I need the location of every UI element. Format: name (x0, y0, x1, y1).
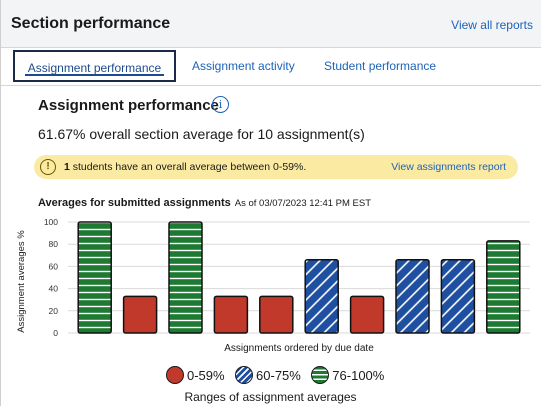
chart-bar[interactable] (304, 258, 339, 334)
chart-bar[interactable] (122, 295, 158, 334)
overall-average-text: 61.67% overall section average for 10 as… (38, 126, 365, 142)
tab-student-performance[interactable]: Student performance (324, 50, 436, 82)
legend-label: 76-100% (332, 367, 385, 383)
chart-bar[interactable] (77, 221, 112, 334)
tab-assignment-performance[interactable]: Assignment performance (13, 50, 176, 82)
blue-striped-circle-icon (235, 366, 254, 384)
view-assignments-report-link[interactable]: View assignments report (391, 161, 506, 173)
legend-item-blue: 60-75% (235, 366, 301, 384)
y-tick-label: 40 (49, 284, 59, 294)
warning-alert: ! 1 students have an overall average bet… (34, 155, 518, 179)
y-tick-label: 100 (44, 217, 58, 227)
legend-item-green: 76-100% (311, 366, 384, 384)
chart-bar[interactable] (395, 258, 430, 334)
chart-bar[interactable] (486, 240, 521, 334)
tab-assignment-activity[interactable]: Assignment activity (192, 50, 295, 82)
alert-message: 1 students have an overall average betwe… (64, 161, 306, 173)
info-icon[interactable]: i (212, 96, 229, 113)
legend-item-red: 0-59% (166, 366, 225, 384)
section-performance-panel: Section performance View all reports Ass… (0, 0, 541, 406)
bar-chart: 0 20 40 60 80 100 Assignment averages % Assig… (16, 217, 530, 354)
chart-legend: 0-59% 60-75% 76-100% (166, 366, 390, 386)
panel-header: Section performance View all reports (1, 0, 541, 48)
y-tick-label: 20 (49, 306, 59, 316)
panel-title: Section performance (11, 15, 171, 32)
chart-bar[interactable] (213, 295, 249, 334)
y-tick-label: 60 (49, 261, 59, 271)
chart-bar[interactable] (168, 221, 203, 334)
alert-text: students have an overall average between… (69, 161, 307, 173)
y-tick-label: 0 (53, 328, 58, 338)
y-axis-label: Assignment averages % (16, 230, 27, 333)
chart-bar[interactable] (259, 295, 294, 334)
chart-bar[interactable] (440, 258, 476, 334)
legend-label: 0-59% (187, 367, 225, 383)
x-axis-label: Assignments ordered by due date (224, 343, 374, 354)
tab-bar: Assignment performance Assignment activi… (1, 48, 541, 86)
green-striped-circle-icon (311, 366, 330, 384)
red-circle-icon (166, 366, 184, 384)
view-all-reports-link[interactable]: View all reports (451, 18, 533, 32)
chart-bars (77, 221, 521, 334)
warning-icon: ! (40, 159, 56, 175)
legend-caption: Ranges of assignment averages (184, 390, 357, 404)
chart-bar[interactable] (349, 295, 385, 334)
section-title: Assignment performance (38, 97, 219, 114)
y-tick-label: 80 (49, 239, 59, 249)
legend-label: 60-75% (256, 367, 301, 383)
